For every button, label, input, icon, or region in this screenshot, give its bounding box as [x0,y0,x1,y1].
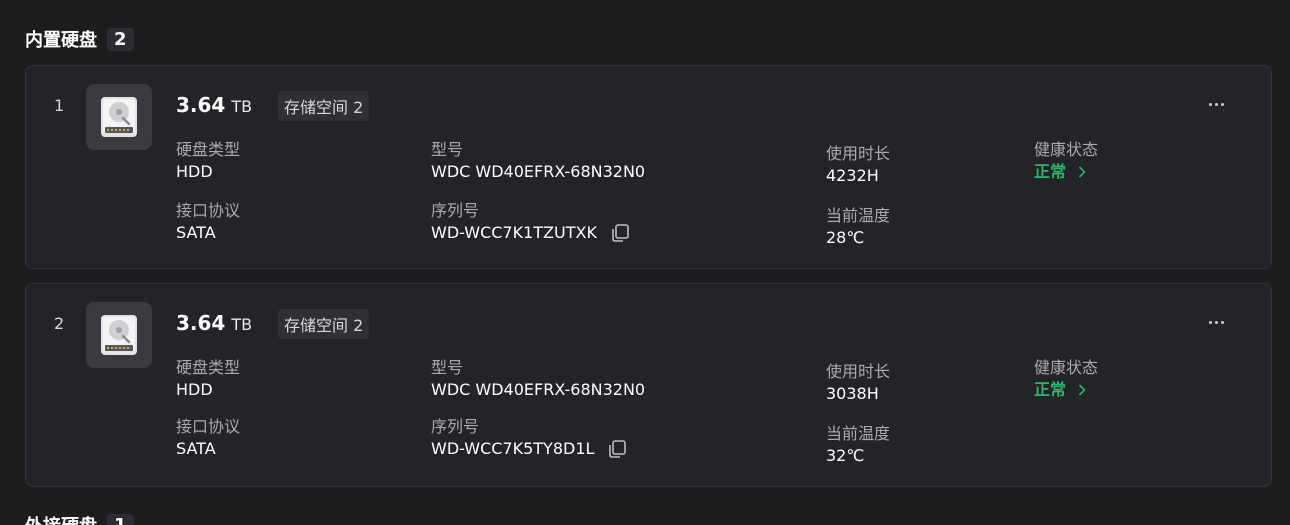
temperature-field: 当前温度 28℃ [826,205,890,249]
model-label: 型号 [431,358,464,377]
internal-disks-title: 内置硬盘 [25,30,97,51]
serial-field: 序列号 WD-WCC7K1TZUTXK [431,200,631,244]
health-status-value: 正常 [1034,380,1067,399]
disk-type-label: 硬盘类型 [176,358,241,377]
usage-time-label: 使用时长 [826,362,891,381]
storage-disk-page: 内置硬盘 2 1 3.64 TB 存储空间 2 硬盘类型 HDD 接口协议 SA… [0,0,1290,525]
disk-card-2: 2 3.64 TB 存储空间 2 硬盘类型 HDD 接口协议 SATA 型号 W… [25,283,1272,487]
temperature-field: 当前温度 32℃ [826,423,890,467]
copy-icon[interactable] [606,438,628,460]
health-label: 健康状态 [1034,140,1099,159]
model-value: WDC WD40EFRX-68N32N0 [431,380,646,399]
health-field: 健康状态 正常 [1034,357,1098,401]
model-label: 型号 [431,140,464,159]
capacity-value: 3.64 [176,311,226,335]
interface-field: 接口协议 SATA [176,200,240,244]
health-field: 健康状态 正常 [1034,139,1098,183]
dot-icon [1208,102,1212,106]
storage-pool-tag: 存储空间 2 [278,91,370,121]
usage-time-value: 3038H [826,384,879,403]
disk-type-value: HDD [176,380,213,399]
interface-label: 接口协议 [176,417,241,436]
dot-icon [1220,102,1224,106]
capacity-unit: TB [231,315,253,334]
external-disks-header: 外接硬盘 1 [25,512,134,525]
serial-field: 序列号 WD-WCC7K5TY8D1L [431,416,628,460]
serial-value: WD-WCC7K5TY8D1L [431,439,595,458]
usage-time-field: 使用时长 3038H [826,361,890,405]
model-value: WDC WD40EFRX-68N32N0 [431,162,646,181]
dot-icon [1214,320,1218,324]
more-options-button[interactable] [1203,312,1229,332]
capacity-value: 3.64 [176,93,226,117]
dot-icon [1220,320,1224,324]
usage-time-label: 使用时长 [826,144,891,163]
internal-disks-count-badge: 2 [107,27,134,51]
serial-label: 序列号 [431,417,480,436]
dot-icon [1214,102,1218,106]
health-status-link[interactable]: 正常 [1034,379,1098,401]
temperature-value: 28℃ [826,228,865,247]
capacity-unit: TB [231,97,253,116]
disk-card-1: 1 3.64 TB 存储空间 2 硬盘类型 HDD 接口协议 SATA 型号 W… [25,65,1272,269]
internal-disks-header: 内置硬盘 2 [25,26,134,52]
model-field: 型号 WDC WD40EFRX-68N32N0 [431,357,645,401]
external-disks-count-badge: 1 [107,513,134,525]
storage-pool-tag: 存储空间 2 [278,309,370,339]
copy-icon[interactable] [609,222,631,244]
interface-value: SATA [176,439,216,458]
health-status-value: 正常 [1034,162,1067,181]
disk-index: 1 [54,96,65,115]
interface-label: 接口协议 [176,201,241,220]
disk-type-field: 硬盘类型 HDD [176,357,240,401]
health-label: 健康状态 [1034,358,1099,377]
usage-time-field: 使用时长 4232H [826,143,890,187]
hard-disk-icon [86,84,152,150]
temperature-label: 当前温度 [826,206,891,225]
temperature-label: 当前温度 [826,424,891,443]
model-field: 型号 WDC WD40EFRX-68N32N0 [431,139,645,183]
disk-type-value: HDD [176,162,213,181]
health-status-link[interactable]: 正常 [1034,161,1098,183]
disk-capacity: 3.64 TB [176,93,252,117]
serial-value: WD-WCC7K1TZUTXK [431,223,597,242]
serial-label: 序列号 [431,201,480,220]
chevron-right-icon [1078,166,1086,178]
interface-field: 接口协议 SATA [176,416,240,460]
more-options-button[interactable] [1203,94,1229,114]
temperature-value: 32℃ [826,446,865,465]
usage-time-value: 4232H [826,166,879,185]
disk-capacity: 3.64 TB [176,311,252,335]
interface-value: SATA [176,223,216,242]
hard-disk-icon [86,302,152,368]
external-disks-title: 外接硬盘 [25,512,97,525]
disk-type-field: 硬盘类型 HDD [176,139,240,183]
dot-icon [1208,320,1212,324]
chevron-right-icon [1078,384,1086,396]
disk-index: 2 [54,314,65,333]
disk-type-label: 硬盘类型 [176,140,241,159]
